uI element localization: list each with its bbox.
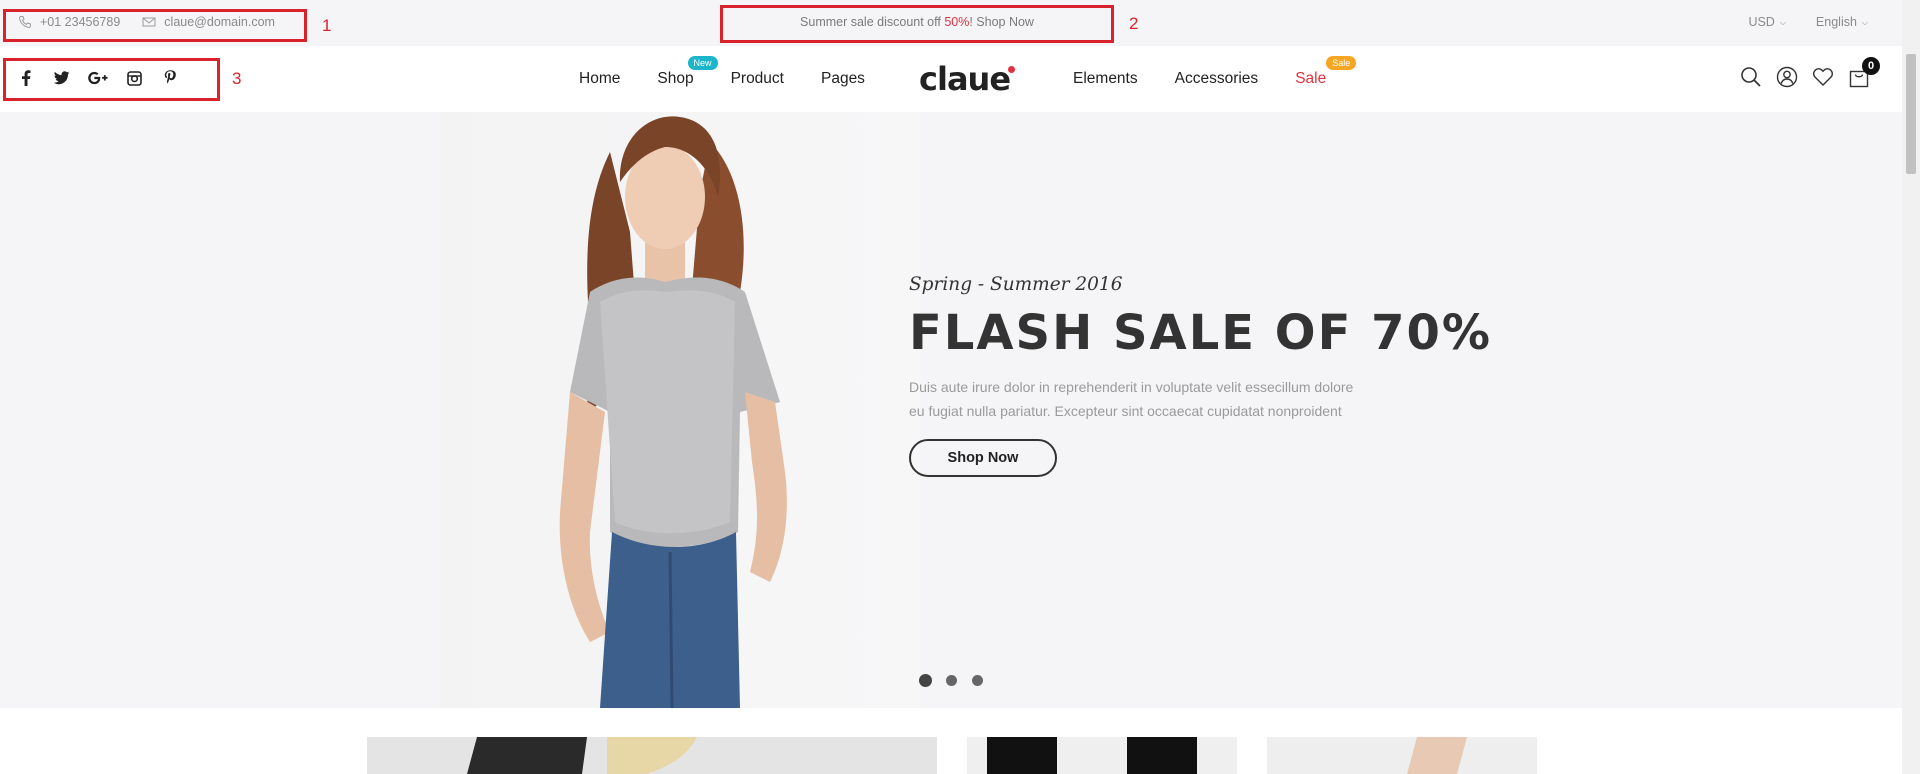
nav-shop[interactable]: Shop New (657, 56, 718, 88)
slider-dot[interactable] (920, 675, 931, 686)
nav-pages[interactable]: Pages (821, 70, 865, 88)
hero-description-line: Duis aute irure dolor in reprehenderit i… (909, 379, 1354, 395)
page-scrollbar[interactable] (1902, 0, 1920, 774)
site-logo[interactable]: claue (919, 60, 1017, 98)
nav-elements-label: Elements (1073, 70, 1138, 87)
nav-accessories-label: Accessories (1174, 70, 1259, 87)
nav-elements[interactable]: Elements (1073, 70, 1138, 88)
main-menu-left: Home Shop New Product Pages (579, 56, 902, 88)
hero-model-image (440, 112, 920, 708)
hero-subtitle: Spring - Summer 2016 (909, 274, 1123, 295)
chevron-down-icon: ⌵ (1779, 18, 1786, 27)
chevron-down-icon: ⌵ (1861, 18, 1868, 27)
annotation-box-2 (720, 5, 1114, 43)
slider-dot[interactable] (946, 675, 957, 686)
annotation-label-1: 1 (322, 16, 332, 35)
language-select[interactable]: English ⌵ (1816, 15, 1868, 29)
top-settings: USD ⌵ English ⌵ (1718, 15, 1868, 29)
logo-dot (1008, 66, 1016, 73)
nav-sale-label: Sale (1295, 70, 1327, 87)
cart-count-badge: 0 (1862, 57, 1880, 75)
nav-home-label: Home (579, 70, 621, 87)
annotation-box-1 (3, 9, 307, 42)
new-badge: New (687, 56, 718, 70)
annotation-box-3 (3, 58, 220, 101)
nav-accessories[interactable]: Accessories (1175, 70, 1259, 88)
cart-bag-icon[interactable]: 0 (1848, 57, 1880, 88)
search-icon[interactable] (1740, 66, 1762, 88)
annotation-label-3: 3 (232, 69, 242, 88)
language-value: English (1815, 15, 1857, 29)
hero-title: FLASH SALE OF 70% (909, 305, 1492, 361)
currency-value: USD (1748, 15, 1775, 29)
hero-description-line: eu fugiat nulla pariatur. Excepteur sint… (909, 403, 1342, 419)
wishlist-heart-icon[interactable] (1812, 66, 1834, 88)
hero-content: Spring - Summer 2016 FLASH SALE OF 70% D… (909, 274, 1492, 477)
nav-product[interactable]: Product (731, 70, 784, 88)
hero-description: Duis aute irure dolor in reprehenderit i… (909, 375, 1409, 423)
account-icon[interactable] (1776, 66, 1798, 88)
nav-home[interactable]: Home (579, 70, 620, 88)
scrollbar-thumb[interactable] (1906, 54, 1916, 174)
currency-select[interactable]: USD ⌵ (1748, 15, 1785, 29)
logo-text: claue (919, 60, 1011, 98)
hero-shop-now-button[interactable]: Shop Now (909, 439, 1057, 477)
banner-image-women[interactable] (367, 737, 937, 774)
annotation-label-2: 2 (1129, 14, 1139, 33)
slider-dots (920, 675, 983, 686)
hero-slider: Spring - Summer 2016 FLASH SALE OF 70% D… (0, 112, 1902, 708)
main-menu-right: Elements Accessories Sale Sale (1073, 56, 1363, 88)
main-navbar: Home Shop New Product Pages claue Element… (0, 46, 1902, 112)
nav-product-label: Product (730, 70, 784, 87)
nav-pages-label: Pages (820, 70, 865, 87)
nav-sale[interactable]: Sale Sale (1295, 56, 1357, 88)
banner-image-accessories[interactable] (1267, 737, 1537, 774)
promo-banners (0, 708, 1902, 774)
nav-shop-label: Shop (657, 70, 694, 87)
sale-badge: Sale (1326, 56, 1357, 70)
slider-dot[interactable] (972, 675, 983, 686)
header-icons: 0 (1740, 57, 1880, 88)
banner-image-shoes[interactable] (967, 737, 1237, 774)
